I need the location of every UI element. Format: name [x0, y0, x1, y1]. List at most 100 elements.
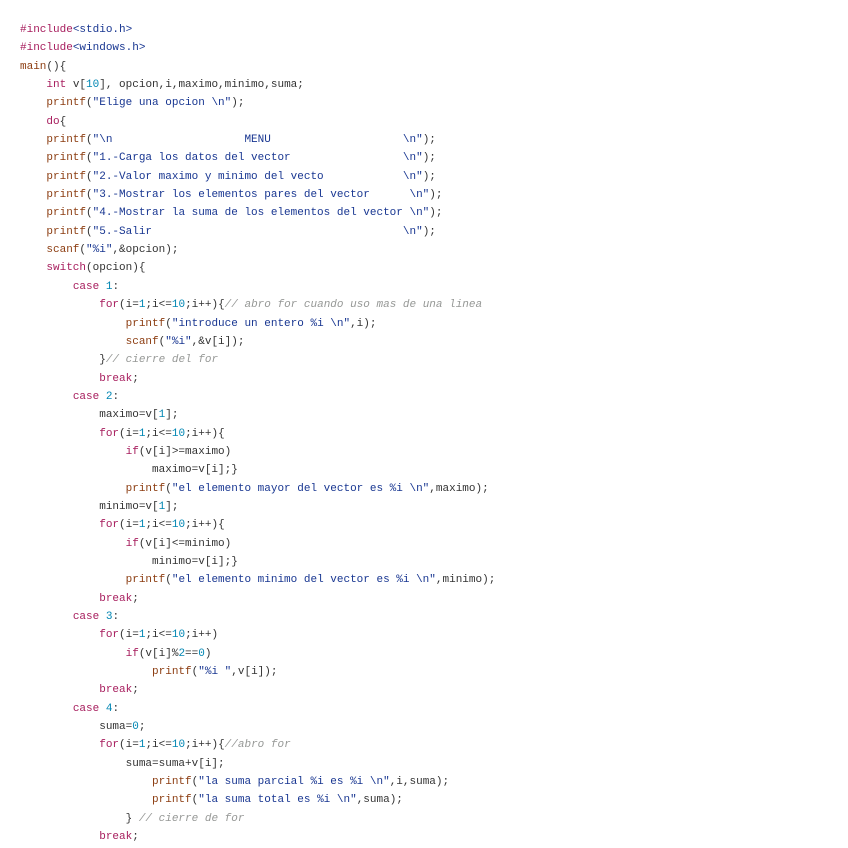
code-text: ;: [132, 684, 139, 697]
function-token: printf: [46, 97, 87, 110]
preprocessor-directive: #include: [20, 42, 73, 55]
code-line: if(v[i]<=minimo): [20, 535, 848, 553]
code-text: :: [112, 702, 120, 715]
code-text: ];: [165, 500, 179, 513]
code-line: case 2:: [20, 388, 848, 406]
code-text: ,minimo);: [435, 574, 496, 587]
string-literal: "%i ": [198, 666, 232, 679]
code-text: (: [86, 134, 93, 147]
code-line: }// cierre del for: [20, 351, 848, 369]
keyword-token: break: [99, 592, 133, 605]
code-line: printf("Elige una opcion \n");: [20, 94, 848, 112]
string-literal: "la suma total es %i \n": [198, 794, 357, 807]
code-text: ,&opcion);: [112, 244, 179, 257]
string-literal: "3.-Mostrar los elementos pares del vect…: [92, 189, 430, 202]
code-line: printf("%i ",v[i]);: [20, 663, 848, 681]
include-header: <stdio.h>: [72, 24, 133, 36]
code-line: for(i=1;i<=10;i++){//abro for: [20, 736, 848, 754]
code-text: ;i++): [185, 629, 219, 642]
code-text: ;i++){: [185, 739, 225, 752]
code-text: ;i++){: [185, 427, 225, 440]
code-text: (: [165, 317, 172, 330]
code-text: );: [231, 97, 245, 110]
code-line: printf("2.-Valor maximo y minimo del vec…: [20, 168, 848, 186]
number-literal: 10: [171, 519, 186, 532]
number-literal: 0: [198, 647, 205, 660]
code-line: printf("el elemento minimo del vector es…: [20, 571, 848, 589]
string-literal: "introduce un entero %i \n": [171, 317, 351, 330]
code-comment: // cierre del for: [105, 354, 219, 367]
code-line: suma=0;: [20, 718, 848, 736]
function-token: printf: [152, 666, 192, 679]
type-token: int: [46, 79, 67, 92]
code-text: v[: [66, 79, 87, 92]
code-line: maximo=v[1];: [20, 406, 848, 424]
string-literal: "5.-Salir \n": [92, 225, 423, 238]
keyword-token: case: [72, 280, 100, 293]
code-text: );: [429, 189, 443, 202]
code-text: ], opcion,i,maximo,minimo,suma;: [99, 79, 304, 92]
function-token: printf: [46, 170, 87, 183]
code-line: if(v[i]>=maximo): [20, 443, 848, 461]
code-text: (i=: [119, 629, 139, 642]
code-text: (: [86, 189, 93, 202]
code-text: maximo=v[i];}: [20, 464, 238, 477]
code-text: :: [112, 390, 120, 403]
code-line: suma=suma+v[i];: [20, 755, 848, 773]
preprocessor-directive: #include: [20, 24, 73, 36]
function-token: scanf: [46, 244, 80, 257]
code-text: (opcion){: [86, 262, 146, 275]
code-text: (: [86, 170, 93, 183]
code-text: ];: [165, 409, 179, 422]
function-token: printf: [125, 482, 166, 495]
code-text: (v[i]<=minimo): [138, 537, 232, 550]
code-text: {: [59, 115, 67, 128]
code-text: (i=: [119, 739, 139, 752]
code-text: (: [86, 97, 93, 110]
function-token: printf: [46, 134, 87, 147]
code-line: printf("4.-Mostrar la suma de los elemen…: [20, 204, 848, 222]
number-literal: 10: [171, 629, 186, 642]
string-literal: "Elige una opcion \n": [92, 97, 232, 110]
code-text: (v[i]>=maximo): [138, 445, 232, 458]
code-text: ;: [132, 831, 139, 844]
keyword-token: for: [99, 299, 120, 312]
code-line: break;: [20, 590, 848, 608]
code-text: ;i<=: [145, 299, 172, 312]
code-text: suma=: [20, 721, 133, 734]
code-text: ): [204, 647, 212, 660]
number-literal: 10: [171, 739, 186, 752]
code-text: ;i<=: [145, 519, 172, 532]
number-literal: 10: [171, 427, 186, 440]
code-text: minimo=v[i];}: [20, 555, 238, 568]
code-text: (: [86, 152, 93, 165]
keyword-token: if: [125, 647, 139, 660]
code-text: ==: [185, 647, 199, 660]
code-line: do{: [20, 113, 848, 131]
code-text: (){: [46, 60, 67, 73]
code-text: ,&v[i]);: [191, 335, 245, 348]
code-text: ;i<=: [145, 427, 172, 440]
code-text: ,i);: [350, 317, 377, 330]
code-line: printf("la suma parcial %i es %i \n",i,s…: [20, 773, 848, 791]
code-text: );: [422, 170, 436, 183]
code-text: suma=suma+v[i];: [20, 757, 225, 770]
code-line: printf("el elemento mayor del vector es …: [20, 480, 848, 498]
string-literal: "la suma parcial %i es %i \n": [198, 776, 390, 789]
code-line: for(i=1;i<=10;i++){: [20, 425, 848, 443]
code-text: ;: [138, 721, 146, 734]
code-line: for(i=1;i<=10;i++){: [20, 516, 848, 534]
keyword-token: if: [125, 445, 139, 458]
